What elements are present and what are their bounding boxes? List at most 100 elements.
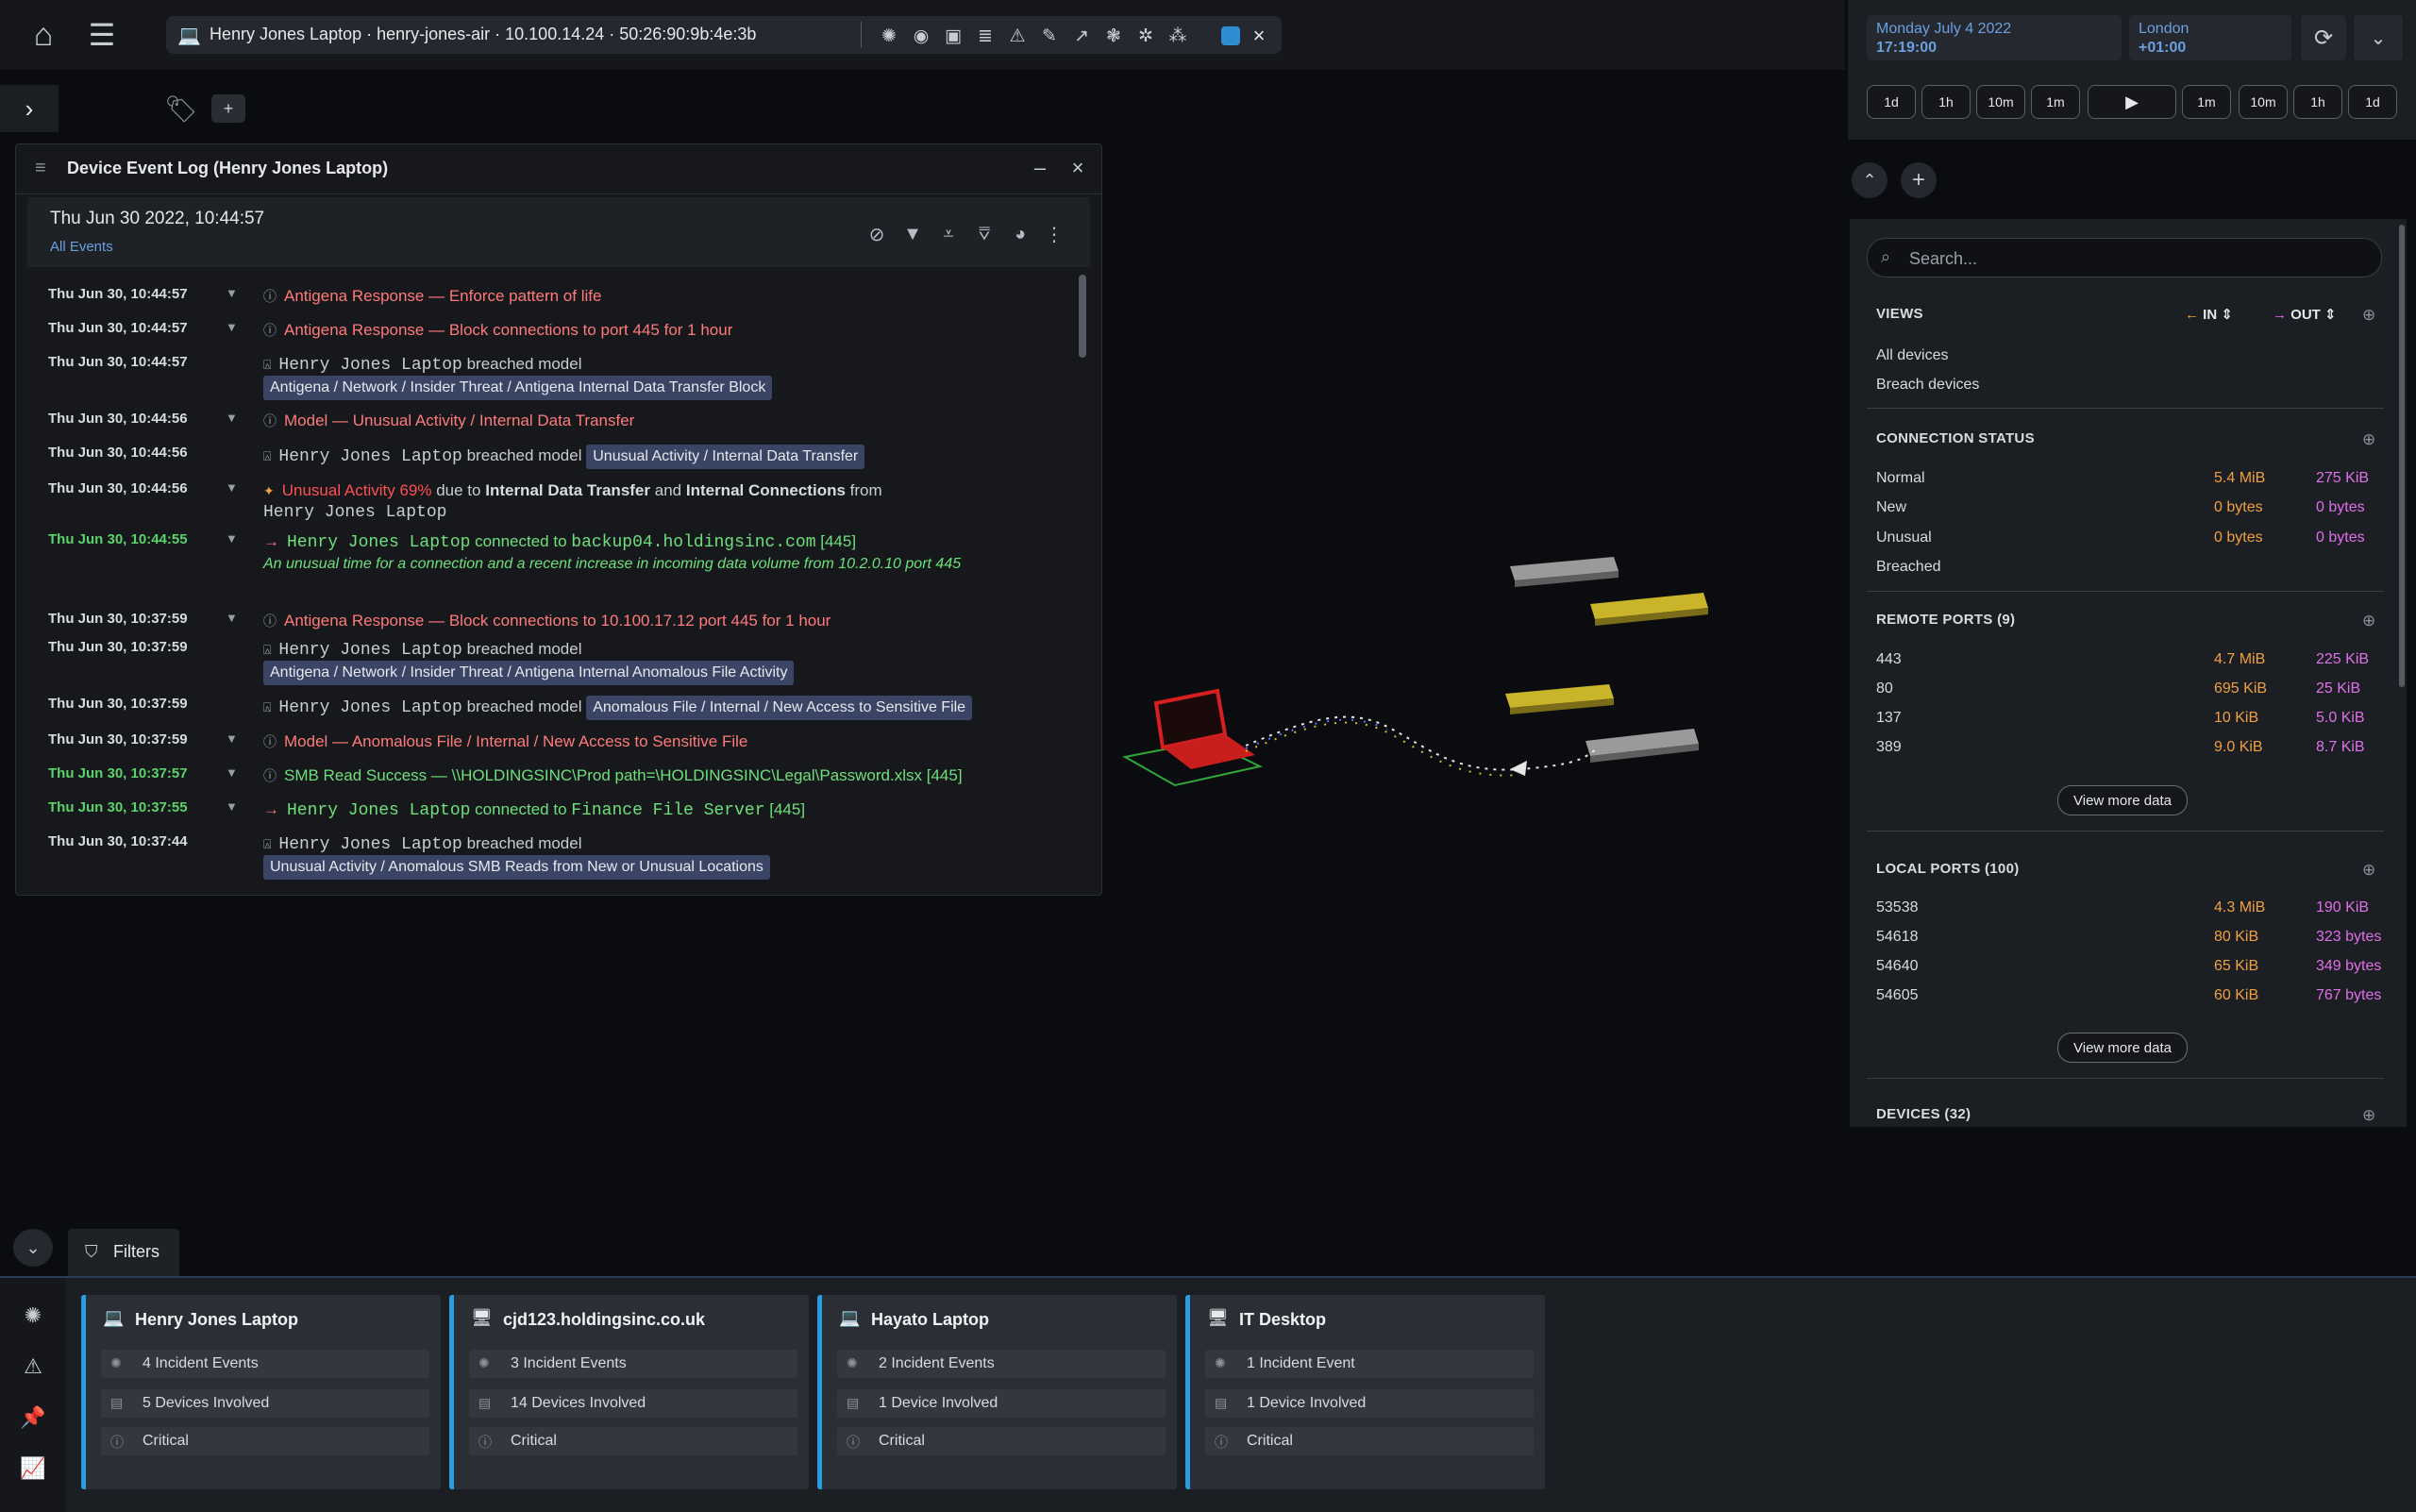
minimize-icon[interactable]: – [1026,154,1054,182]
filter-list-icon[interactable]: ⩡ [933,220,964,248]
target-icon[interactable]: ⊕ [2362,430,2375,449]
warning-icon[interactable]: ⚠ [1004,23,1031,49]
chat-icon[interactable]: ◉ [908,23,934,49]
device-name[interactable]: Henry Jones Laptop [278,356,461,375]
model-tag[interactable]: Antigena / Network / Insider Threat / An… [263,376,773,400]
server-node[interactable] [1590,593,1708,626]
step-forward-1h-button[interactable]: 1h [2293,85,2342,119]
device-name[interactable]: Henry Jones Laptop [278,447,461,466]
view-more-remote-ports-button[interactable]: View more data [2057,785,2188,815]
incident-card[interactable]: 💻 Hayato Laptop ✺ 2 Incident Events ▤ 1 De… [817,1295,1177,1489]
threat-icon[interactable]: ✺ [15,1299,51,1333]
target-icon[interactable]: ⊕ [2362,612,2375,630]
incident-card[interactable]: 🖥 cjd123.holdingsinc.co.uk ✺ 3 Incident E… [449,1295,809,1489]
caret-down-icon[interactable]: ▼ [226,480,238,495]
refresh-icon[interactable]: ⟳ [2301,15,2346,60]
screen-icon[interactable]: ▣ [940,23,966,49]
chevron-down-icon[interactable]: ⌄ [2354,15,2403,60]
filter-remove-icon[interactable]: ⊘ [862,220,892,248]
caret-down-icon[interactable]: ▼ [226,765,238,780]
add-tag-button[interactable]: + [211,94,245,123]
date-time-display[interactable]: Monday July 4 2022 17:19:00 [1867,15,2122,60]
step-forward-1d-button[interactable]: 1d [2348,85,2397,119]
model-tag[interactable]: Unusual Activity / Anomalous SMB Reads f… [263,855,770,880]
step-back-10m-button[interactable]: 10m [1976,85,2025,119]
caret-down-icon[interactable]: ▼ [226,799,238,814]
device-name[interactable]: Henry Jones Laptop [287,801,470,820]
row-label: 54640 [1876,958,1919,974]
filter-icon[interactable]: ▼ [898,220,928,248]
chart-icon[interactable]: 📈 [15,1452,51,1486]
home-icon[interactable]: ⌂ [23,15,64,55]
add-icon[interactable]: + [1901,162,1937,198]
device-name[interactable]: Henry Jones Laptop [278,641,461,660]
caret-down-icon[interactable]: ▼ [226,320,238,334]
more-options-icon[interactable]: ⋮ [1039,220,1069,248]
laptop-node[interactable] [1122,688,1263,787]
step-forward-10m-button[interactable]: 10m [2239,85,2288,119]
network-icon[interactable]: ✲ [1132,23,1159,49]
device-visualization-scene[interactable] [1114,529,1727,831]
target-icon[interactable]: ⊕ [2362,306,2375,325]
pin-icon[interactable]: 📌 [15,1401,51,1435]
device-name[interactable]: Henry Jones Laptop [263,503,446,522]
incident-card[interactable]: 💻 Henry Jones Laptop ✺ 4 Incident Events … [81,1295,441,1489]
tags-icon[interactable]: 🏷 [162,92,200,125]
search-box[interactable]: ⌕ [1867,238,2382,277]
play-button[interactable]: ▶ [2088,85,2176,119]
server-node[interactable] [1510,557,1619,587]
side-panel-scrollbar[interactable] [2399,225,2405,687]
caret-down-icon[interactable]: ▼ [226,731,238,746]
threat-icon[interactable]: ✺ [876,23,902,49]
caret-down-icon[interactable]: ▼ [226,611,238,625]
event-log-header[interactable]: ≡ Device Event Log (Henry Jones Laptop) … [16,144,1101,194]
warning-icon[interactable]: ⚠ [15,1350,51,1384]
step-back-1d-button[interactable]: 1d [1867,85,1916,119]
brain-icon[interactable]: ❃ [1100,23,1127,49]
chevron-down-icon[interactable]: ⌄ [13,1229,53,1267]
out-value: 349 bytes [2316,958,2382,974]
model-tag[interactable]: Unusual Activity / Internal Data Transfe… [586,445,865,469]
chevron-up-icon[interactable]: ⌃ [1852,162,1888,198]
in-sort-header[interactable]: ← IN ⇕ [2185,306,2233,323]
target-icon[interactable]: ⊕ [2362,1106,2375,1125]
expand-sidebar-chevron-icon[interactable]: › [0,85,59,132]
target-name[interactable]: Finance File Server [571,801,764,820]
device-name[interactable]: Henry Jones Laptop [287,533,470,552]
model-tag[interactable]: Antigena / Network / Insider Threat / An… [263,661,795,685]
close-icon[interactable]: × [1064,154,1092,182]
palette-icon[interactable]: ◕ [1005,220,1035,248]
timezone-city: London [2139,21,2190,37]
cluster-icon[interactable]: ⁂ [1165,23,1191,49]
event-log-scrollbar[interactable] [1079,275,1086,358]
caret-down-icon[interactable]: ▼ [226,411,238,425]
model-tag[interactable]: Anomalous File / Internal / New Access t… [586,696,973,720]
chart-icon[interactable]: ↗ [1068,23,1095,49]
device-name[interactable]: Henry Jones Laptop [278,698,461,717]
step-back-1h-button[interactable]: 1h [1921,85,1971,119]
menu-icon[interactable]: ☰ [81,15,123,55]
view-more-local-ports-button[interactable]: View more data [2057,1033,2188,1063]
timezone-display[interactable]: London +01:00 [2129,15,2291,60]
step-forward-1m-button[interactable]: 1m [2182,85,2231,119]
caret-down-icon[interactable]: ▼ [226,286,238,300]
event-list[interactable]: Thu Jun 30, 10:44:57 ▼ ⓘ Antigena Respons… [27,275,1075,883]
color-swatch-icon[interactable] [1221,26,1240,45]
target-name[interactable]: backup04.holdingsinc.com [571,533,815,552]
filter-settings-icon[interactable]: ⩢ [969,220,999,248]
drag-handle-icon[interactable]: ≡ [35,158,46,179]
list-icon[interactable]: ≣ [972,23,998,49]
event-filter-link[interactable]: All Events [50,239,113,255]
server-node[interactable] [1505,684,1614,714]
close-icon[interactable]: × [1246,23,1272,49]
search-input[interactable] [1907,244,2364,273]
filters-tab[interactable]: ⛉ Filters [68,1229,179,1276]
device-name[interactable]: Henry Jones Laptop [278,835,461,854]
server-node[interactable] [1586,729,1699,763]
caret-down-icon[interactable]: ▼ [226,531,238,546]
pen-icon[interactable]: ✎ [1036,23,1063,49]
out-sort-header[interactable]: → OUT ⇕ [2273,306,2337,323]
step-back-1m-button[interactable]: 1m [2031,85,2080,119]
target-icon[interactable]: ⊕ [2362,861,2375,880]
incident-card[interactable]: 🖥 IT Desktop ✺ 1 Incident Event ▤ 1 Device… [1185,1295,1545,1489]
